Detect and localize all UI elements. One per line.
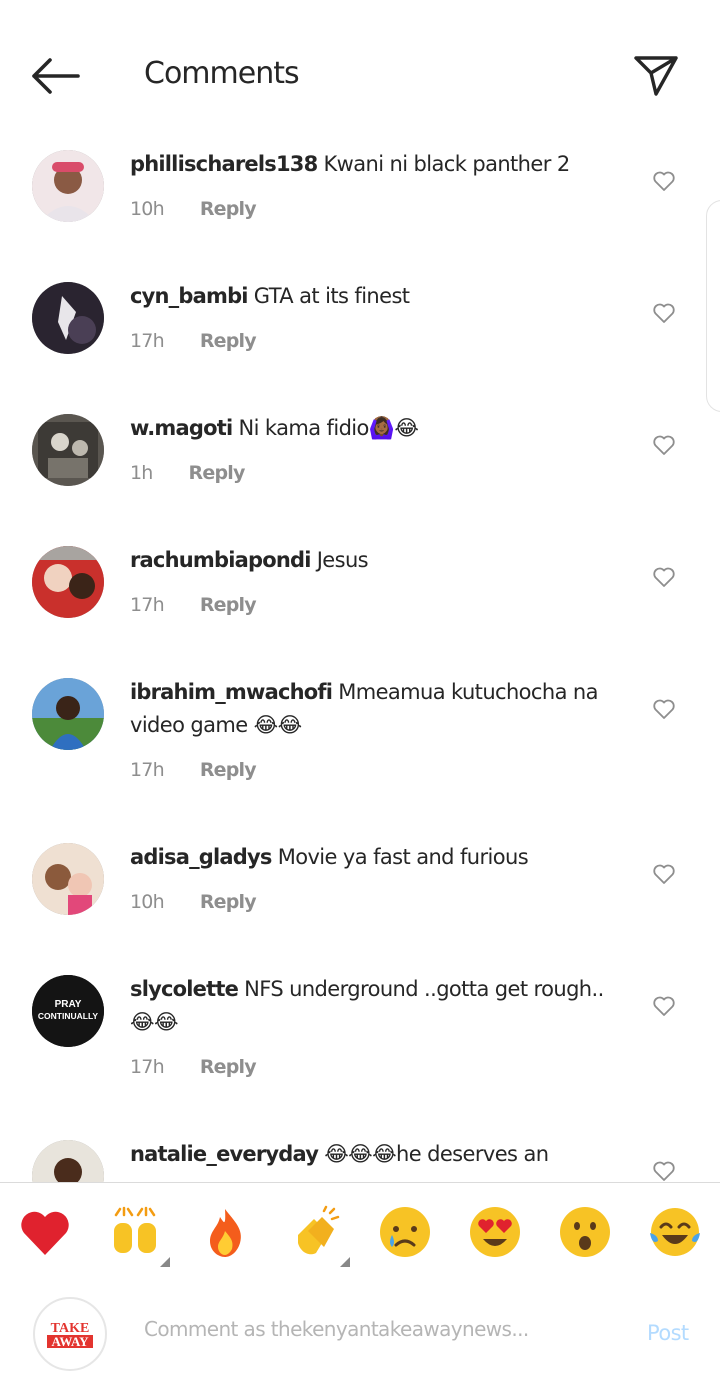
- comment-text: slycolette NFS underground ..gotta get r…: [130, 973, 620, 1039]
- tears-of-joy-emoji-button[interactable]: [648, 1205, 702, 1259]
- comment-meta: 10h Reply: [130, 891, 257, 913]
- like-heart-icon[interactable]: [652, 862, 676, 886]
- comment-username[interactable]: slycolette: [130, 977, 239, 1001]
- comment-text: phillischarels138 Kwani ni black panther…: [130, 148, 620, 181]
- clapping-hands-emoji-button[interactable]: [288, 1205, 342, 1259]
- post-button[interactable]: Post: [647, 1321, 689, 1345]
- comment-text: ibrahim_mwachofi Mmeamua kutuchocha na v…: [130, 676, 620, 742]
- comment-username[interactable]: adisa_gladys: [130, 845, 272, 869]
- avatar[interactable]: [32, 150, 104, 222]
- reply-button[interactable]: Reply: [200, 1056, 257, 1078]
- reply-button[interactable]: Reply: [200, 594, 257, 616]
- comment-username[interactable]: rachumbiapondi: [130, 548, 311, 572]
- comment-text: natalie_everyday 😂😂😂he deserves an: [130, 1138, 620, 1171]
- avatar[interactable]: PRAY CONTINUALLY: [32, 975, 104, 1047]
- back-arrow-icon[interactable]: [30, 56, 82, 96]
- comment-meta: 17h Reply: [130, 594, 257, 616]
- surprised-face-emoji-button[interactable]: [558, 1205, 612, 1259]
- comment-username[interactable]: natalie_everyday: [130, 1142, 319, 1166]
- comments-list[interactable]: phillischarels138 Kwani ni black panther…: [0, 140, 720, 1182]
- comment-text: w.magoti Ni kama fidio🙆🏾‍♀️😂: [130, 412, 620, 445]
- crying-face-emoji-button[interactable]: [378, 1205, 432, 1259]
- reply-button[interactable]: Reply: [200, 330, 257, 352]
- comment-time: 17h: [130, 759, 165, 781]
- direct-send-icon[interactable]: [632, 54, 680, 98]
- comment-time: 10h: [130, 198, 165, 220]
- comment-time: 10h: [130, 891, 165, 913]
- current-user-avatar: TAKE AWAY: [33, 1297, 107, 1371]
- variant-indicator: [340, 1257, 350, 1267]
- comment-composer: TAKE AWAY Post: [0, 1279, 720, 1373]
- like-heart-icon[interactable]: [652, 169, 676, 193]
- comment-username[interactable]: ibrahim_mwachofi: [130, 680, 333, 704]
- comment-username[interactable]: w.magoti: [130, 416, 233, 440]
- header: Comments: [0, 0, 720, 140]
- page-title: Comments: [144, 56, 300, 91]
- reply-button[interactable]: Reply: [200, 198, 257, 220]
- comment-meta: 10h Reply: [130, 198, 257, 220]
- avatar-text: PRAY: [55, 999, 82, 1010]
- avatar[interactable]: [32, 414, 104, 486]
- heart-emoji-button[interactable]: [18, 1205, 72, 1259]
- comment-text: adisa_gladys Movie ya fast and furious: [130, 841, 620, 874]
- comment-meta: 17h Reply: [130, 759, 257, 781]
- variant-indicator: [160, 1257, 170, 1267]
- fire-emoji-button[interactable]: [198, 1205, 252, 1259]
- comment-message: Kwani ni black panther 2: [323, 152, 570, 176]
- reply-button[interactable]: Reply: [189, 462, 246, 484]
- comment-username[interactable]: cyn_bambi: [130, 284, 249, 308]
- comment-meta: 17h Reply: [130, 330, 257, 352]
- comment-username[interactable]: phillischarels138: [130, 152, 318, 176]
- heart-eyes-emoji-button[interactable]: [468, 1205, 522, 1259]
- like-heart-icon[interactable]: [652, 565, 676, 589]
- logo-text: AWAY: [51, 1334, 89, 1349]
- avatar-text: CONTINUALLY: [38, 1011, 98, 1021]
- comment-time: 1h: [130, 462, 153, 484]
- comment-text: rachumbiapondi Jesus: [130, 544, 620, 577]
- comment-time: 17h: [130, 1056, 165, 1078]
- like-heart-icon[interactable]: [652, 301, 676, 325]
- reply-button[interactable]: Reply: [200, 759, 257, 781]
- comment-message: Jesus: [316, 548, 369, 572]
- like-heart-icon[interactable]: [652, 433, 676, 457]
- reply-button[interactable]: Reply: [200, 891, 257, 913]
- comment-message: Movie ya fast and furious: [277, 845, 529, 869]
- comment-meta: 1h Reply: [130, 462, 245, 484]
- comment-time: 17h: [130, 330, 165, 352]
- raising-hands-emoji-button[interactable]: [108, 1205, 162, 1259]
- comment-meta: 17h Reply: [130, 1056, 257, 1078]
- avatar[interactable]: [32, 843, 104, 915]
- like-heart-icon[interactable]: [652, 994, 676, 1018]
- comment-message: GTA at its finest: [253, 284, 410, 308]
- comment-message: 😂😂😂he deserves an: [324, 1142, 549, 1166]
- quick-reaction-bar: [0, 1182, 720, 1280]
- comment-time: 17h: [130, 594, 165, 616]
- avatar[interactable]: [32, 546, 104, 618]
- comment-input[interactable]: [144, 1317, 624, 1341]
- side-panel-handle[interactable]: [706, 200, 720, 412]
- avatar[interactable]: [32, 282, 104, 354]
- avatar[interactable]: [32, 1140, 104, 1182]
- comment-message: Ni kama fidio🙆🏾‍♀️😂: [238, 416, 419, 440]
- like-heart-icon[interactable]: [652, 1159, 676, 1182]
- like-heart-icon[interactable]: [652, 697, 676, 721]
- comment-text: cyn_bambi GTA at its finest: [130, 280, 620, 313]
- avatar[interactable]: [32, 678, 104, 750]
